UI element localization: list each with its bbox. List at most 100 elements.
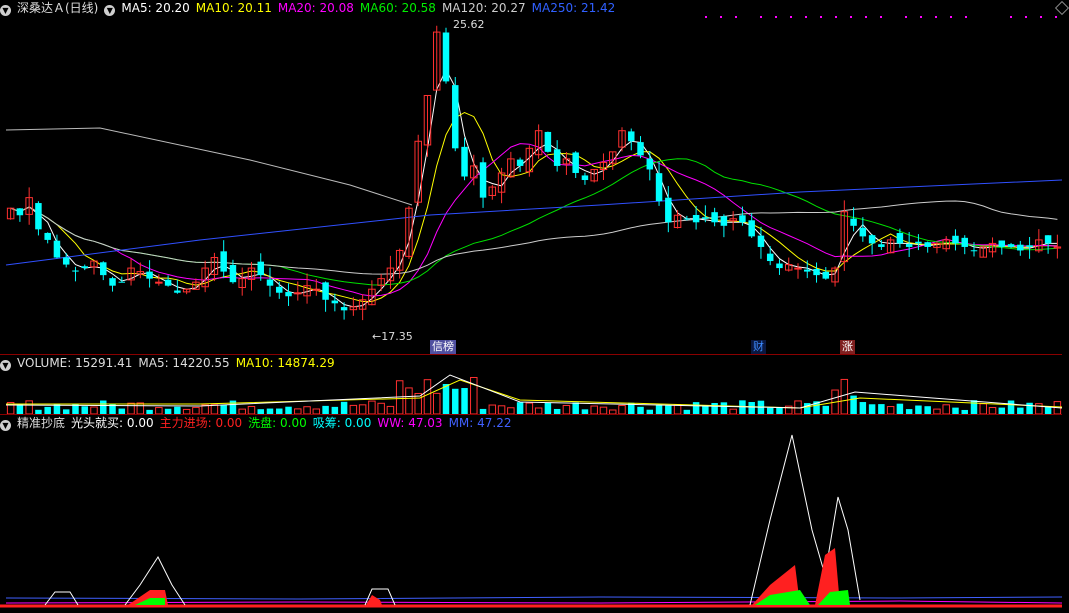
volume-bar bbox=[331, 406, 339, 414]
signal-dot bbox=[805, 16, 807, 18]
volume-bar bbox=[432, 392, 441, 415]
candle-body bbox=[655, 173, 663, 202]
volume-bar bbox=[322, 405, 329, 414]
candle-body bbox=[896, 232, 904, 244]
volume-bar bbox=[1035, 403, 1043, 415]
volume-bar bbox=[637, 406, 644, 414]
volume-bar bbox=[461, 388, 468, 414]
volume-bar bbox=[25, 400, 33, 415]
stock-title: 深桑达Ａ(日线) bbox=[17, 1, 99, 15]
volume-bar bbox=[90, 406, 98, 415]
volume-bar bbox=[285, 406, 292, 414]
volume-bar bbox=[822, 405, 830, 414]
candle-body bbox=[665, 197, 672, 223]
indicator-title: 精准抄底 bbox=[17, 416, 66, 430]
volume-bar bbox=[1026, 402, 1033, 414]
volume-bar bbox=[924, 406, 931, 414]
volume-value: VOLUME: 15291.41 bbox=[17, 356, 133, 370]
candle-body bbox=[794, 267, 802, 270]
event-badge-finance[interactable]: 财 bbox=[751, 340, 766, 354]
candle-body bbox=[692, 215, 700, 223]
volume-bar bbox=[423, 379, 432, 415]
candle-body bbox=[479, 162, 487, 198]
candle-body bbox=[81, 266, 88, 269]
signal-white-curve bbox=[749, 434, 861, 606]
candle-body bbox=[628, 131, 635, 142]
volume-bar bbox=[358, 404, 367, 415]
signal-dot bbox=[735, 16, 737, 18]
candle-body bbox=[109, 278, 116, 286]
signal-dot bbox=[850, 16, 852, 18]
volume-bar bbox=[340, 401, 348, 414]
volume-bar bbox=[878, 404, 885, 414]
candle-body bbox=[257, 261, 264, 276]
chevron-down-icon[interactable]: ▼ bbox=[104, 5, 116, 16]
volume-bar bbox=[377, 402, 385, 415]
candle-body bbox=[924, 242, 931, 247]
volume-bar bbox=[979, 403, 988, 415]
signal-dot bbox=[880, 16, 882, 18]
candle-body bbox=[766, 253, 774, 262]
candle-body bbox=[850, 218, 857, 226]
signal-dot bbox=[1040, 16, 1042, 18]
candle-body bbox=[72, 270, 79, 272]
volume-header: ▼ VOLUME: 15291.41 MA5: 14220.55 MA10: 1487… bbox=[0, 355, 341, 371]
event-badge-rise[interactable]: 涨 bbox=[840, 340, 855, 354]
volume-bar bbox=[210, 404, 219, 415]
indicator-main-entry: 主力进场: 0.00 bbox=[159, 416, 243, 430]
volume-bar bbox=[655, 405, 663, 414]
candle-body bbox=[813, 268, 820, 276]
candle-body bbox=[1017, 244, 1024, 251]
volume-bar bbox=[44, 406, 51, 414]
chevron-down-icon[interactable]: ▼ bbox=[0, 5, 11, 16]
volume-ma10: MA10: 14874.29 bbox=[235, 356, 335, 370]
candle-body bbox=[146, 271, 153, 279]
candle-body bbox=[998, 240, 1006, 247]
volume-bar bbox=[673, 404, 682, 415]
candle-body bbox=[905, 244, 913, 247]
candle-body bbox=[174, 290, 181, 293]
signal-dot bbox=[720, 16, 722, 18]
volume-ma5: MA5: 14220.55 bbox=[138, 356, 230, 370]
volume-bar bbox=[915, 405, 922, 414]
volume-bar bbox=[488, 404, 497, 415]
signal-dot bbox=[705, 16, 707, 18]
ma-line bbox=[10, 111, 1058, 302]
candle-body bbox=[804, 269, 811, 272]
chevron-down-icon[interactable]: ▼ bbox=[0, 360, 11, 371]
volume-bar bbox=[665, 405, 672, 414]
signal-dot bbox=[920, 16, 922, 18]
ma250-label: MA250: 21.42 bbox=[531, 1, 616, 15]
candle-body bbox=[164, 279, 172, 286]
candle-body bbox=[516, 159, 524, 166]
low-price-label: ←17.35 bbox=[372, 330, 413, 343]
volume-bar bbox=[562, 404, 571, 415]
volume-bar bbox=[702, 405, 709, 414]
candle-body bbox=[776, 263, 783, 269]
candle-body bbox=[44, 232, 51, 240]
volume-bars[interactable] bbox=[5, 374, 1063, 415]
volume-bar bbox=[201, 404, 209, 415]
volume-bar bbox=[942, 404, 950, 415]
candlestick-series[interactable] bbox=[6, 25, 1062, 321]
volume-ma5 bbox=[5, 374, 1063, 409]
candle-body bbox=[739, 215, 746, 223]
candle-body bbox=[553, 149, 561, 166]
indicator-layer bbox=[0, 434, 1063, 608]
candle-body bbox=[581, 175, 589, 181]
chevron-down-icon[interactable]: ▼ bbox=[0, 420, 11, 431]
signal-dot bbox=[760, 16, 762, 18]
volume-bar bbox=[516, 402, 524, 414]
candle-body bbox=[442, 32, 450, 82]
ma120-label: MA120: 20.27 bbox=[441, 1, 526, 15]
candle-body bbox=[952, 235, 959, 244]
signal-dot bbox=[865, 16, 867, 18]
candle-body bbox=[461, 146, 468, 177]
candle-body bbox=[62, 257, 70, 265]
signal-dot bbox=[950, 16, 952, 18]
high-price-label: 25.62 bbox=[453, 18, 485, 31]
ma250-line bbox=[5, 179, 1063, 266]
indicator-header: ▼ 精准抄底 光头就买: 0.00 主力进场: 0.00 洗盘: 0.00 吸筹: 0.0… bbox=[0, 415, 518, 431]
candle-body bbox=[868, 235, 876, 244]
event-badge-list[interactable]: 信榜 bbox=[430, 340, 456, 354]
